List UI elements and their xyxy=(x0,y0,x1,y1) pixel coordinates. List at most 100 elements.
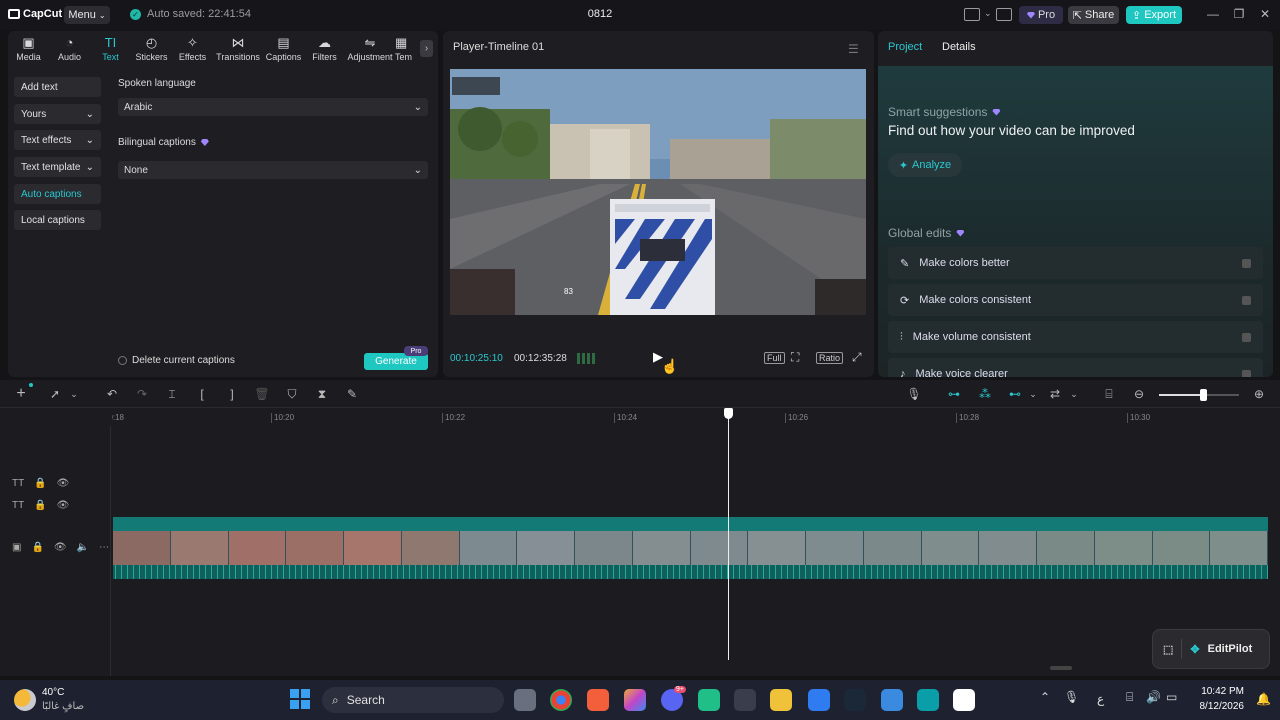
undo-icon[interactable]: ↶ xyxy=(104,387,120,401)
task-view-icon[interactable] xyxy=(514,689,536,711)
notifications-icon[interactable]: 🔔 xyxy=(1256,692,1271,706)
toggle[interactable] xyxy=(1242,332,1251,342)
caption-toggle-icon[interactable]: ⌸ xyxy=(1101,387,1117,401)
close-icon[interactable]: ✕ xyxy=(1258,7,1272,21)
preview-axis-icon[interactable]: ⇄ xyxy=(1047,387,1063,401)
zoom-in-icon[interactable]: ⊕ xyxy=(1251,387,1267,401)
tab-adjustment[interactable]: ⇋ Adjustment xyxy=(345,31,395,67)
app-store-icon[interactable] xyxy=(808,689,830,711)
tab-captions[interactable]: ▤ Captions xyxy=(263,31,304,67)
share-button[interactable]: ⇱ Share xyxy=(1068,6,1119,24)
eye-icon[interactable]: 👁 xyxy=(57,500,70,511)
fit-icon[interactable]: ⛶ xyxy=(791,350,799,365)
trim-right-icon[interactable]: ] xyxy=(224,387,240,401)
split-icon[interactable]: ⌶ xyxy=(164,387,180,401)
minimize-icon[interactable]: — xyxy=(1206,7,1220,21)
layout-dropdown-icon[interactable]: ⌄ xyxy=(984,8,992,19)
toggle[interactable] xyxy=(1242,258,1251,268)
text-template-button[interactable]: Text template ⌄ xyxy=(14,157,101,177)
delete-icon[interactable]: 🗑 xyxy=(254,387,270,401)
zoom-out-icon[interactable]: ⊖ xyxy=(1131,387,1147,401)
playhead-handle[interactable] xyxy=(724,408,733,419)
restore-icon[interactable]: ❐ xyxy=(1232,7,1246,21)
pro-button[interactable]: Pro xyxy=(1019,6,1063,24)
freeze-icon[interactable]: ⧗ xyxy=(314,387,330,401)
local-captions-button[interactable]: Local captions xyxy=(14,210,101,230)
steam-icon[interactable] xyxy=(844,689,866,711)
arduino-icon[interactable] xyxy=(917,689,939,711)
draw-icon[interactable]: ✎ xyxy=(344,387,360,401)
tab-templates[interactable]: ▦ Tem xyxy=(395,31,413,67)
magnet-icon[interactable]: ⁂ xyxy=(977,387,993,401)
chevron-up-icon[interactable]: ⌃ xyxy=(1040,690,1050,704)
shortcuts-icon[interactable] xyxy=(996,8,1012,21)
shield-icon[interactable]: ⛉ xyxy=(284,387,300,401)
toggle[interactable] xyxy=(1242,369,1251,377)
tab-details[interactable]: Details xyxy=(942,41,976,53)
lock-icon[interactable]: 🔒 xyxy=(34,478,46,489)
zoom-slider-handle[interactable] xyxy=(1200,389,1207,401)
lock-icon[interactable]: 🔒 xyxy=(31,542,43,553)
chevron-down-icon[interactable]: ⌄ xyxy=(1025,387,1041,401)
microphone-icon[interactable]: 🎙 xyxy=(906,387,922,401)
language-indicator[interactable]: ع xyxy=(1097,692,1104,706)
chevron-down-icon[interactable]: ⌄ xyxy=(66,387,82,401)
chevron-down-icon[interactable]: ⌄ xyxy=(1066,387,1082,401)
tab-transitions[interactable]: ⋈ Transitions xyxy=(213,31,263,67)
link-icon[interactable]: ⊶ xyxy=(946,387,962,401)
bilingual-captions-select[interactable]: None ⌄ xyxy=(118,161,428,179)
edit-voice-clearer[interactable]: ♪ Make voice clearer xyxy=(888,358,1263,377)
delete-captions-option[interactable]: Delete current captions xyxy=(118,355,235,366)
eye-icon[interactable]: 👁 xyxy=(57,478,70,489)
more-icon[interactable]: ⋯ xyxy=(99,542,109,553)
weather-icon[interactable] xyxy=(14,689,36,711)
file-explorer-icon[interactable] xyxy=(770,689,792,711)
video-preview[interactable]: 83 xyxy=(450,69,866,315)
menu-button[interactable]: Menu ⌄ xyxy=(64,6,110,24)
add-text-button[interactable]: Add text xyxy=(14,77,101,97)
eye-icon[interactable]: 👁 xyxy=(54,542,67,553)
network-icon[interactable]: ⌸ xyxy=(1126,690,1133,705)
toggle[interactable] xyxy=(1242,295,1251,305)
edit-volume-consistent[interactable]: ⫶ Make volume consistent xyxy=(888,321,1263,353)
clock-date[interactable]: 8/12/2026 xyxy=(1196,701,1245,712)
edit-colors-better[interactable]: ✎ Make colors better xyxy=(888,247,1263,279)
ratio-button[interactable]: Ratio xyxy=(816,352,844,364)
battery-icon[interactable]: ▭ xyxy=(1166,690,1177,704)
tab-effects[interactable]: ✧ Effects xyxy=(172,31,213,67)
tab-project[interactable]: Project xyxy=(888,41,922,53)
text-effects-button[interactable]: Text effects ⌄ xyxy=(14,130,101,150)
redo-icon[interactable]: ↷ xyxy=(134,387,150,401)
chrome-icon[interactable] xyxy=(550,689,572,711)
yours-button[interactable]: Yours ⌄ xyxy=(14,104,101,124)
tab-stickers[interactable]: ◴ Stickers xyxy=(131,31,172,67)
hamburger-menu-icon[interactable]: ☰ xyxy=(848,42,859,56)
tab-media[interactable]: ▣ Media xyxy=(8,31,49,67)
unity-icon[interactable] xyxy=(734,689,756,711)
clock-time[interactable]: 10:42 PM xyxy=(1196,686,1244,697)
spoken-language-select[interactable]: Arabic ⌄ xyxy=(118,98,428,116)
lock-icon[interactable]: 🔒 xyxy=(34,500,46,511)
select-tool-icon[interactable]: ➚ xyxy=(47,387,63,401)
chevron-right-icon[interactable]: › xyxy=(420,40,433,57)
photos-icon[interactable] xyxy=(881,689,903,711)
auto-captions-button[interactable]: Auto captions xyxy=(14,184,101,204)
video-clip[interactable] xyxy=(113,517,1268,579)
tab-text[interactable]: TI Text xyxy=(90,31,131,67)
copilot-icon[interactable] xyxy=(624,689,646,711)
tab-filters[interactable]: ☁ Filters xyxy=(304,31,345,67)
layout-icon[interactable] xyxy=(964,8,980,21)
delete-captions-checkbox[interactable] xyxy=(118,356,127,365)
editpilot-button[interactable]: ⬚ ✥ EditPilot xyxy=(1152,629,1270,669)
analyze-button[interactable]: ✦ Analyze xyxy=(888,153,962,177)
volume-icon[interactable]: 🔊 xyxy=(1146,690,1161,704)
tab-audio[interactable]: ◔ Audio xyxy=(49,31,90,67)
trim-left-icon[interactable]: [ xyxy=(194,387,210,401)
timeline-ruler[interactable]: 10:18 10:20 10:22 10:24 10:26 10:28 10:3… xyxy=(112,408,1280,426)
windows-start-icon[interactable] xyxy=(290,689,310,709)
export-button[interactable]: ⇪ Export xyxy=(1126,6,1182,24)
taskbar-search[interactable]: ⌕ Search xyxy=(322,687,504,713)
brave-icon[interactable] xyxy=(587,689,609,711)
add-track-icon[interactable]: + xyxy=(13,386,29,402)
full-quality-button[interactable]: Full xyxy=(764,352,785,364)
